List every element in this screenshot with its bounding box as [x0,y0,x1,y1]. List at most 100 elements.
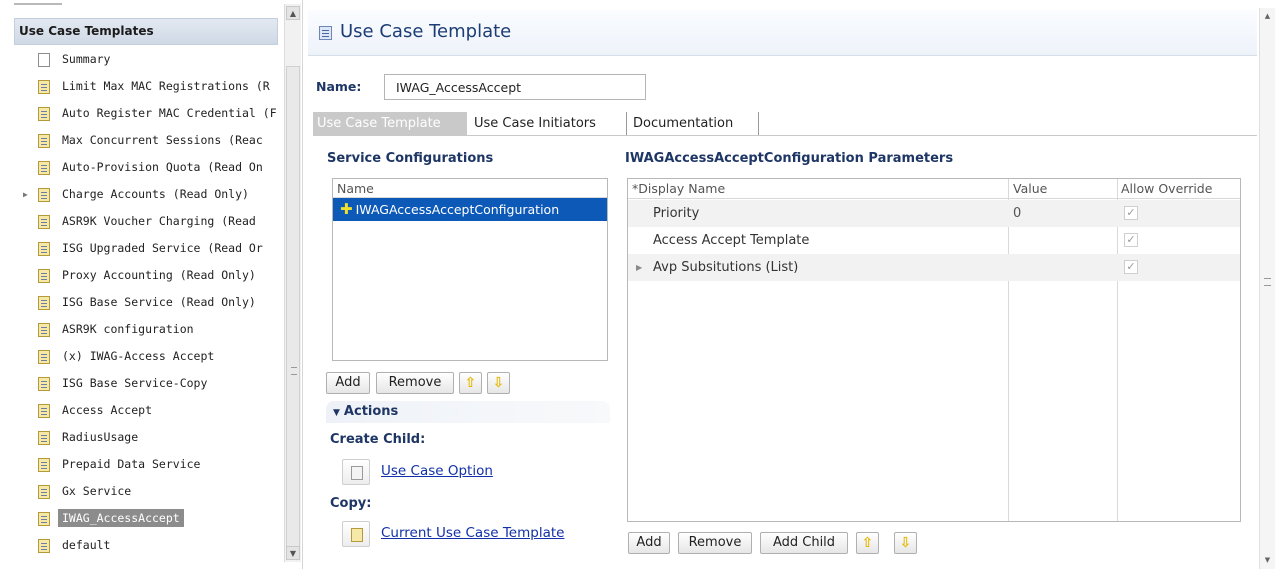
template-icon [38,134,50,148]
remove-button[interactable]: Remove [376,372,454,394]
tree-item[interactable]: Limit Max MAC Registrations (R [20,73,282,100]
remove-parameter-button[interactable]: Remove [678,532,752,554]
template-icon [38,269,50,283]
table-row[interactable]: ▶ Avp Subsitutions (List) ✓ [628,254,1240,281]
tab-divider [313,135,1257,136]
tab-use-case-initiators[interactable]: Use Case Initiators [470,112,627,136]
create-child-label: Create Child: [330,432,426,447]
expand-arrow-icon[interactable]: ▶ [636,254,642,281]
tree-item-label: Proxy Accounting (Read Only) [62,268,256,282]
tree-item-label: ASR9K Voucher Charging (Read [62,214,256,228]
tree-item[interactable]: Auto Register MAC Credential (F [20,100,282,127]
move-up-arrow-icon[interactable]: ⇧ [459,372,482,394]
use-case-option-icon[interactable] [342,459,370,485]
tree-item-label: IWAG_AccessAccept [58,509,184,527]
parameters-heading: IWAGAccessAcceptConfiguration Parameters [625,151,954,166]
tree-item[interactable]: (x) IWAG-Access Accept [20,343,282,370]
param-name: Access Accept Template [653,233,810,248]
parameters-table[interactable]: *Display Name Value Allow Override Prior… [627,178,1241,522]
use-case-option-link[interactable]: Use Case Option [381,463,493,479]
tree-item[interactable]: ▶ Charge Accounts (Read Only) [20,181,282,208]
tree-item[interactable]: Prepaid Data Service [20,451,282,478]
template-icon [38,161,50,175]
column-header-allow-override[interactable]: Allow Override [1121,179,1212,199]
tab-use-case-template[interactable]: Use Case Template [313,112,467,136]
editor-title-bar: Use Case Template [308,10,1257,56]
expand-arrow-icon[interactable]: ▶ [23,181,28,208]
tree-item[interactable]: RadiusUsage [20,424,282,451]
tree-item[interactable]: ASR9K Voucher Charging (Read [20,208,282,235]
tree-item-label: Access Accept [62,403,153,417]
tree-item-label: Gx Service [62,484,132,498]
create-child-action[interactable]: Use Case Option [342,459,542,485]
list-item-label: IWAGAccessAcceptConfiguration [355,202,560,217]
scroll-up-arrow-icon[interactable]: ▲ [1261,10,1274,23]
service-configurations-heading: Service Configurations [327,151,494,166]
template-icon [38,404,50,418]
tree-header[interactable]: Use Case Templates [14,18,278,45]
navigator-panel: Use Case Templates Summary Limit Max MAC … [0,0,303,569]
actions-section-header[interactable]: ▼ Actions [326,401,610,423]
tree-item[interactable]: Gx Service [20,478,282,505]
table-row[interactable]: Priority 0 ✓ [628,200,1240,227]
tree-scrollbar[interactable]: ▲ ▼ [284,4,301,562]
list-item[interactable]: ✚ IWAGAccessAcceptConfiguration [333,198,607,221]
tree-item-label: Auto-Provision Quota (Read On [62,160,263,174]
grip-icon [291,367,297,375]
allow-override-checkbox[interactable]: ✓ [1124,233,1138,247]
add-child-button[interactable]: Add Child [760,532,848,554]
allow-override-checkbox[interactable]: ✓ [1124,260,1138,274]
template-icon [38,188,50,202]
table-row[interactable]: Access Accept Template ✓ [628,227,1240,254]
name-label: Name: [316,79,362,94]
move-down-arrow-icon[interactable]: ⇩ [487,372,510,394]
column-header-name[interactable]: Name [333,179,607,198]
scroll-thumb[interactable] [286,66,300,556]
allow-override-checkbox[interactable]: ✓ [1124,206,1138,220]
param-name: Avp Subsitutions (List) [653,260,799,275]
plus-icon: ✚ [340,200,353,218]
current-use-case-template-link[interactable]: Current Use Case Template [381,525,564,541]
template-icon[interactable] [342,521,370,547]
move-down-arrow-icon[interactable]: ⇩ [894,532,917,554]
template-icon [38,350,50,364]
name-input[interactable] [384,74,646,100]
scroll-down-arrow-icon[interactable]: ▼ [1261,554,1274,567]
template-icon [38,242,50,256]
tree-item[interactable]: Proxy Accounting (Read Only) [20,262,282,289]
tree-item[interactable]: ASR9K configuration [20,316,282,343]
tree-item[interactable]: Summary [20,46,282,73]
scroll-down-arrow-icon[interactable]: ▼ [286,546,300,560]
tree-item[interactable]: IWAG_AccessAccept [20,505,282,532]
copy-action[interactable]: Current Use Case Template [342,521,612,547]
param-value[interactable]: 0 [1013,200,1021,227]
tree-item-label: RadiusUsage [62,430,139,444]
template-icon [38,377,50,391]
page-title: Use Case Template [340,21,512,42]
tree-item[interactable]: ISG Upgraded Service (Read Or [20,235,282,262]
move-up-arrow-icon[interactable]: ⇧ [856,532,879,554]
add-button[interactable]: Add [326,372,370,394]
tree-item-label: Summary [62,52,111,66]
tree-item-label: (x) IWAG-Access Accept [62,349,215,363]
tree-item[interactable]: Access Accept [20,397,282,424]
add-parameter-button[interactable]: Add [628,532,670,554]
editor-scrollbar[interactable]: ▲ ▼ [1259,8,1275,569]
tree-item[interactable]: ISG Base Service-Copy [20,370,282,397]
actions-heading: Actions [343,404,399,419]
tree-item[interactable]: Auto-Provision Quota (Read On [20,154,282,181]
template-icon [38,296,50,310]
template-tree: Summary Limit Max MAC Registrations (R Aut… [20,46,282,559]
tree-item-label: Limit Max MAC Registrations (R [62,79,270,93]
column-header-display-name[interactable]: *Display Name [632,179,725,199]
tree-item[interactable]: ISG Base Service (Read Only) [20,289,282,316]
tree-item-label: ASR9K configuration [62,322,194,336]
template-icon [38,215,50,229]
tab-documentation[interactable]: Documentation [629,112,759,136]
scroll-up-arrow-icon[interactable]: ▲ [286,6,300,20]
service-configurations-list[interactable]: Name ✚ IWAGAccessAcceptConfiguration [332,178,608,361]
column-header-value[interactable]: Value [1013,179,1047,199]
tree-item[interactable]: default [20,532,282,559]
tree-item[interactable]: Max Concurrent Sessions (Reac [20,127,282,154]
tree-item-label: ISG Base Service-Copy [62,376,208,390]
